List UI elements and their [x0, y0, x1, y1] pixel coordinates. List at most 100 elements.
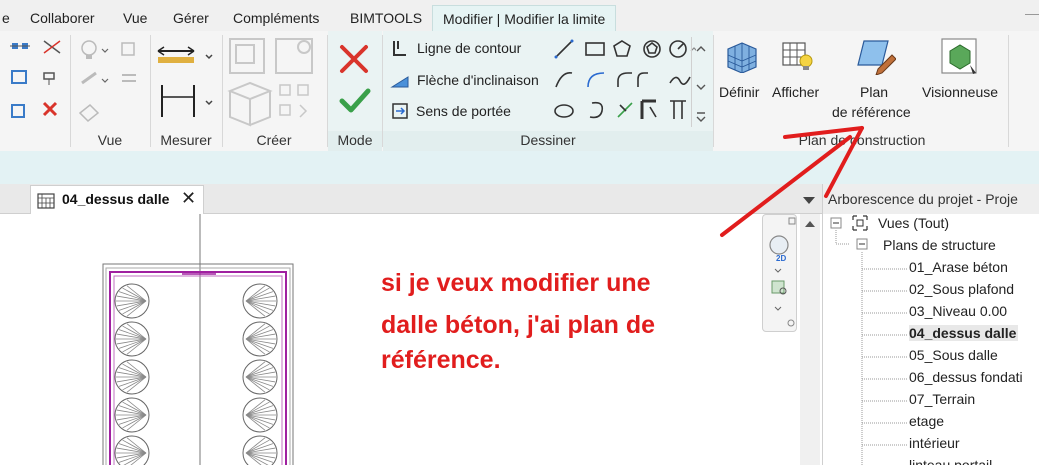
fixture-shape: [242, 321, 278, 357]
fixture-shape: [114, 321, 150, 357]
scroll-up-icon[interactable]: [800, 214, 820, 234]
align-icon: [10, 43, 30, 49]
lines-icon: [122, 74, 136, 82]
visionneuse-button[interactable]: Visionneuse: [922, 84, 998, 100]
tree-item-view[interactable]: 05_Sous dalle: [909, 347, 998, 363]
span-direction-icon: [392, 103, 408, 119]
reference-plane-icon[interactable]: [856, 35, 896, 75]
sanitary-fixtures: [114, 283, 278, 465]
fleche-inclinaison-button[interactable]: Flèche d'inclinaison: [417, 72, 539, 88]
tree-item-view[interactable]: 03_Niveau 0.00: [909, 303, 1007, 319]
pick-lines-icon: [617, 102, 633, 118]
definir-button[interactable]: Définir: [719, 84, 759, 100]
plan-reference-label-1[interactable]: Plan: [860, 84, 888, 100]
component-icon: [229, 38, 265, 74]
tree-item-view[interactable]: etage: [909, 413, 944, 429]
nav-2d-label: 2D: [776, 254, 786, 263]
pick-walls-icon: [640, 99, 657, 119]
rectangle-tool-icon: [585, 42, 605, 56]
panel-label-creer: Créer: [256, 132, 292, 148]
chevron-down-icon: [205, 100, 213, 106]
revit-window: e Collaborer Vue Gérer Compléments BIMTO…: [0, 0, 1039, 465]
define-grid-icon[interactable]: [724, 39, 758, 73]
draw-tools-gallery[interactable]: [552, 39, 696, 127]
project-browser-title: Arborescence du projet - Proje: [823, 184, 1039, 214]
offset-icon: [11, 70, 27, 84]
tree-item-view[interactable]: linteau portail: [909, 457, 992, 465]
tangent-arc-icon: [617, 72, 632, 87]
annotation-line-1: si je veux modifier une: [381, 269, 651, 297]
delete-icon: [42, 101, 58, 117]
tree-item-view[interactable]: intérieur: [909, 435, 960, 451]
split-icon: [43, 40, 61, 54]
group-icon: [275, 38, 313, 74]
floor-plan-icon: [37, 193, 55, 209]
panel-label-vue: Vue: [97, 132, 123, 148]
ribbon: Vue Mesurer Créer Mode Ligne de contour …: [0, 31, 1039, 151]
tab-vue[interactable]: Vue: [123, 6, 147, 31]
view-tab[interactable]: 04_dessus dalle ✕: [30, 185, 204, 214]
tree-root-views[interactable]: Vues (Tout): [878, 215, 949, 231]
project-browser: Arborescence du projet - Proje Vues (Tou…: [822, 184, 1039, 465]
sens-portee-button[interactable]: Sens de portée: [416, 103, 511, 119]
divider: [1025, 14, 1039, 15]
close-icon[interactable]: ✕: [181, 188, 196, 209]
circle-tool-icon: [669, 40, 687, 58]
navigation-bar: 2D: [762, 214, 797, 332]
afficher-button[interactable]: Afficher: [772, 84, 819, 100]
cancel-edit-icon[interactable]: [340, 45, 368, 73]
viewer-icon[interactable]: [940, 37, 980, 77]
tab-partial[interactable]: e: [2, 6, 10, 31]
mesurer-tools-icons[interactable]: [154, 37, 220, 129]
ligne-contour-button[interactable]: Ligne de contour: [417, 40, 521, 56]
tab-bimtools[interactable]: BIMTOOLS: [350, 6, 422, 31]
tab-complements[interactable]: Compléments: [233, 6, 319, 31]
fixture-shape: [242, 359, 278, 395]
show-plane-icon[interactable]: [781, 39, 815, 73]
circumscribed-polygon-icon: [643, 40, 661, 58]
options-bar: [0, 151, 1039, 184]
panel-label-plan-construction: Plan de construction: [798, 132, 926, 148]
tree-item-view[interactable]: 06_dessus fondati: [909, 369, 1023, 385]
tab-collaborer[interactable]: Collaborer: [30, 6, 95, 31]
line-tool-icon: [554, 39, 574, 59]
views-icon: [852, 215, 868, 231]
tree-item-view[interactable]: 01_Arase béton: [909, 259, 1008, 275]
tree-item-view[interactable]: 04_dessus dalle: [909, 325, 1019, 341]
modify-tools-icons[interactable]: [8, 37, 68, 129]
fillet-arc-icon: [637, 72, 648, 87]
annotation-line-3: référence.: [381, 346, 501, 374]
tab-menu-icon[interactable]: [802, 194, 816, 206]
drawing-canvas[interactable]: 2D si je veux modifier une dalle béton, …: [0, 214, 822, 465]
chevron-down-icon: [101, 78, 109, 83]
gallery-scrollbar[interactable]: [691, 37, 709, 127]
ellipse-tool-icon: [554, 104, 574, 118]
chevron-down-icon: [205, 54, 213, 60]
slope-arrow-icon: [390, 76, 409, 88]
fixture-shape: [114, 397, 150, 433]
tab-modifier-limite[interactable]: Modifier | Modifier la limite: [432, 5, 617, 32]
assembly-icon: [279, 84, 309, 118]
mode-icons: [339, 45, 371, 113]
tree-item-view[interactable]: 07_Terrain: [909, 391, 975, 407]
tree-item-view[interactable]: 02_Sous plafond: [909, 281, 1014, 297]
view-tab-title: 04_dessus dalle: [62, 191, 170, 207]
creer-tools-icons[interactable]: [226, 35, 324, 131]
parts-icon: [227, 81, 273, 127]
vue-tools-icons[interactable]: [76, 37, 148, 129]
gallery-arrows-icon: [696, 46, 706, 122]
cube-icon: [121, 42, 135, 56]
inscribed-polygon-icon: [613, 40, 631, 57]
tab-gerer[interactable]: Gérer: [173, 6, 209, 31]
plan-reference-label-2[interactable]: de référence: [832, 104, 911, 120]
pick-supports-icon: [670, 100, 686, 119]
partial-ellipse-icon: [589, 101, 604, 119]
boundary-line-icon: [393, 41, 406, 56]
finish-edit-icon[interactable]: [339, 88, 371, 113]
center-end-arc-icon: [587, 72, 605, 88]
nav-bar-icons: 2D: [769, 217, 796, 327]
vertical-scrollbar[interactable]: [800, 214, 820, 465]
fixture-shape: [114, 359, 150, 395]
tree-group-plans[interactable]: Plans de structure: [883, 237, 996, 253]
fixture-shape: [242, 397, 278, 433]
